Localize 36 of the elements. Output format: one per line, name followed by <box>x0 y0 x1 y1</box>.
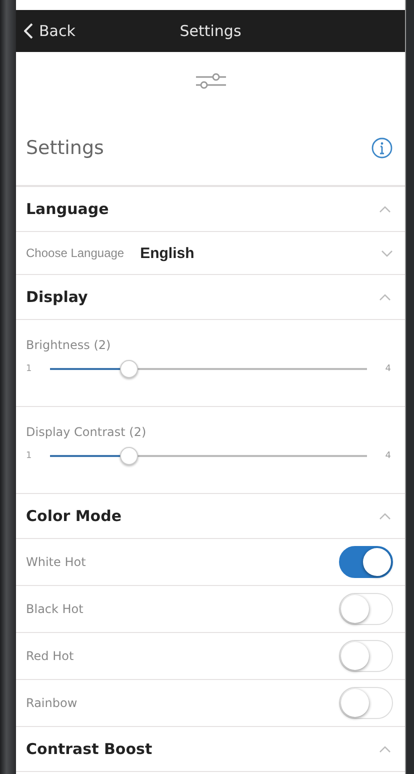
select-value: English <box>140 244 194 262</box>
slider-thumb[interactable] <box>120 360 138 378</box>
section-heading: Display <box>26 288 88 306</box>
slider-label: Brightness (2) <box>26 338 112 352</box>
language-select[interactable]: Choose Language English <box>26 244 393 262</box>
toggle-switch[interactable] <box>339 546 393 578</box>
collapse-button[interactable] <box>379 206 391 212</box>
toggle-label: Red Hot <box>26 649 74 663</box>
slider-min-label: 1 <box>26 451 32 461</box>
slider-label: Display Contrast (2) <box>26 425 148 439</box>
chevron-up-icon <box>379 512 391 520</box>
toggle-label: White Hot <box>26 555 86 569</box>
section-heading: Color Mode <box>26 507 122 525</box>
section-heading: Contrast Boost <box>26 740 152 758</box>
page-heading: Settings <box>26 136 104 158</box>
chevron-up-icon <box>379 746 391 752</box>
back-button[interactable]: Back <box>20 18 80 44</box>
slider-max-label: 4 <box>385 364 391 374</box>
toggle-label: Rainbow <box>26 696 78 710</box>
info-icon <box>371 136 393 158</box>
chevron-up-icon <box>379 294 391 300</box>
sliders-icon <box>194 71 226 91</box>
slider-max-label: 4 <box>385 451 391 461</box>
collapse-button[interactable] <box>379 746 391 752</box>
section-heading: Language <box>26 200 109 218</box>
collapse-button[interactable] <box>379 512 391 520</box>
slider-thumb[interactable] <box>120 447 138 465</box>
select-label: Choose Language <box>26 246 124 260</box>
toggle-label: Black Hot <box>26 602 84 616</box>
info-button[interactable] <box>371 136 393 158</box>
nav-title: Settings <box>180 22 242 40</box>
collapse-button[interactable] <box>379 294 391 300</box>
chevron-left-icon <box>24 23 33 39</box>
slider-min-label: 1 <box>26 364 32 374</box>
chevron-up-icon <box>379 206 391 212</box>
chevron-down-icon <box>381 250 393 256</box>
